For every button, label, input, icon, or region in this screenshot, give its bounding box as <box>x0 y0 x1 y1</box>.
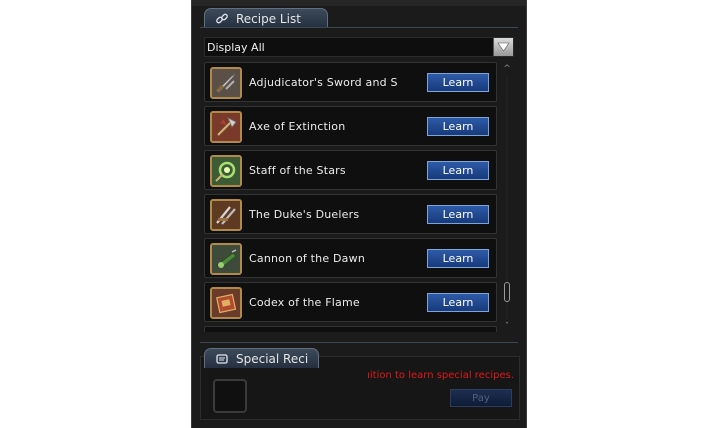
filter-selected-value: Display All <box>207 40 265 54</box>
recipe-panel: Recipe List Display All Adjudicator's Sw… <box>191 0 527 428</box>
learn-button[interactable]: Learn <box>427 205 489 224</box>
axe-icon <box>210 111 242 143</box>
link-icon <box>215 12 229 26</box>
recipe-row[interactable]: The Duke's Duelers Learn <box>204 194 497 234</box>
triangle-down-icon <box>497 42 510 52</box>
scroll-icon <box>215 352 229 366</box>
tab-special-recipes[interactable]: Special Reci <box>204 348 319 368</box>
recipe-row[interactable]: Adjudicator's Sword and S Learn <box>204 62 497 102</box>
learn-button[interactable]: Learn <box>427 73 489 92</box>
recipe-name: Staff of the Stars <box>249 163 346 177</box>
section-divider <box>200 342 518 343</box>
tab-recipe-list-label: Recipe List <box>236 11 301 26</box>
tab-recipe-list[interactable]: Recipe List <box>204 8 328 28</box>
tab-special-recipes-label: Special Reci <box>236 351 309 366</box>
recipe-name: The Duke's Duelers <box>249 207 360 221</box>
chevron-down-icon[interactable]: ˇ <box>502 322 512 332</box>
recipe-row[interactable]: Cannon of the Dawn Learn <box>204 238 497 278</box>
dual-blades-icon <box>210 199 242 231</box>
learn-button[interactable]: Learn <box>427 161 489 180</box>
recipe-name: Codex of the Flame <box>249 295 360 309</box>
staff-icon <box>210 155 242 187</box>
panel-top-border <box>192 0 526 6</box>
sword-icon <box>210 67 242 99</box>
recipe-row[interactable]: Codex of the Flame Learn <box>204 282 497 322</box>
recipe-list-scrollbar[interactable]: ^ ˇ <box>501 64 513 334</box>
learn-button[interactable]: Learn <box>427 249 489 268</box>
recipe-list: Adjudicator's Sword and S Learn Axe of E… <box>204 62 499 332</box>
section-divider <box>200 27 518 28</box>
dropdown-arrow-button[interactable] <box>493 38 513 56</box>
pay-button[interactable]: Pay <box>450 389 512 407</box>
recipe-row[interactable]: Staff of the Stars Learn <box>204 150 497 190</box>
scroll-thumb[interactable] <box>504 282 510 302</box>
learn-button[interactable]: Learn <box>427 293 489 312</box>
learn-button[interactable]: Learn <box>427 117 489 136</box>
special-item-slot[interactable] <box>213 379 247 413</box>
chevron-up-icon[interactable]: ^ <box>502 64 512 74</box>
recipe-name: Cannon of the Dawn <box>249 251 365 265</box>
special-recipe-message: ıition to learn special recipes. <box>367 370 514 381</box>
recipe-name: Axe of Extinction <box>249 119 346 133</box>
recipe-row-partial <box>204 326 497 332</box>
filter-dropdown[interactable]: Display All <box>204 37 514 57</box>
recipe-name: Adjudicator's Sword and S <box>249 75 398 89</box>
recipe-row[interactable]: Axe of Extinction Learn <box>204 106 497 146</box>
cannon-icon <box>210 243 242 275</box>
codex-icon <box>210 287 242 319</box>
